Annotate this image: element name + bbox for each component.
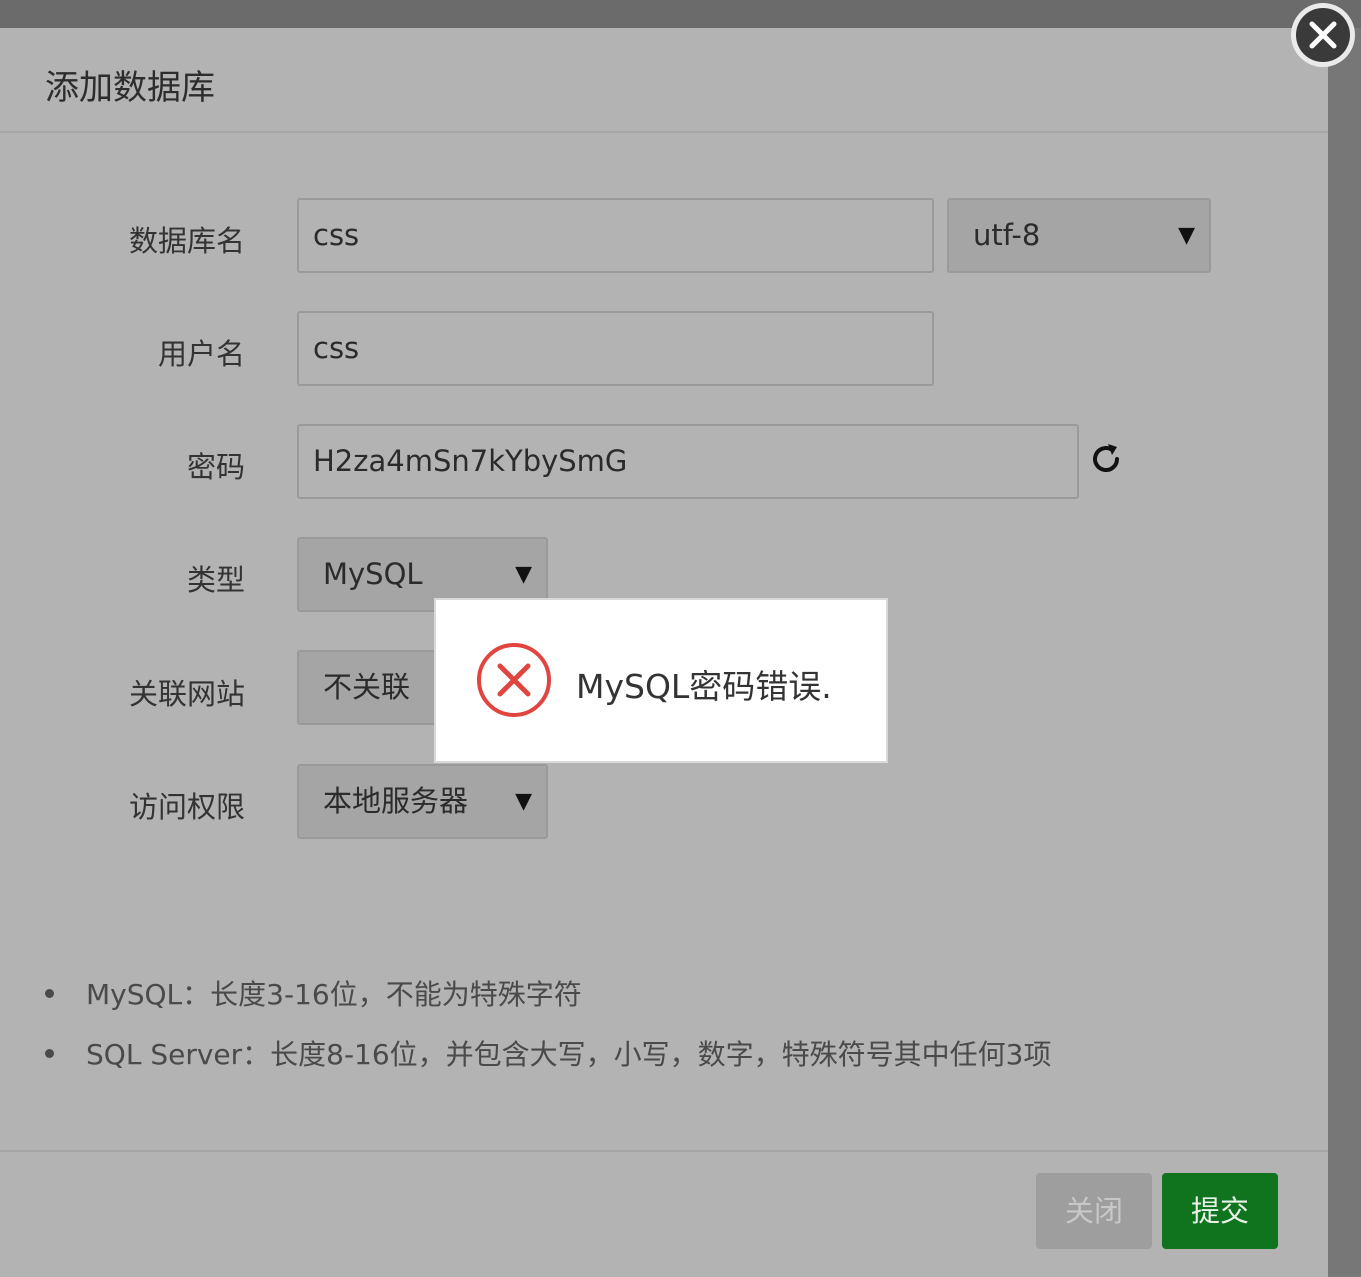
access-select-value: 本地服务器 bbox=[323, 784, 469, 818]
page-backdrop-right bbox=[1328, 28, 1361, 1275]
password-label: 密码 bbox=[186, 450, 245, 484]
dialog-title: 添加数据库 bbox=[45, 68, 215, 108]
type-select-value: MySQL bbox=[323, 557, 423, 591]
access-select[interactable]: 本地服务器 ▼ bbox=[297, 764, 548, 839]
dialog-header: 添加数据库 bbox=[0, 28, 1328, 133]
submit-button[interactable]: 提交 bbox=[1162, 1173, 1278, 1249]
bullet-icon bbox=[45, 989, 54, 998]
refresh-icon[interactable] bbox=[1088, 441, 1124, 477]
list-item: SQL Server：长度8-16位，并包含大写，小写，数字，特殊符号其中任何3… bbox=[42, 1033, 1052, 1093]
username-input[interactable]: css bbox=[297, 311, 934, 386]
chevron-down-icon: ▼ bbox=[1178, 223, 1195, 248]
charset-select-value: utf-8 bbox=[973, 218, 1041, 252]
charset-select[interactable]: utf-8 ▼ bbox=[947, 198, 1211, 273]
access-label: 访问权限 bbox=[128, 790, 245, 824]
bullet-icon bbox=[45, 1049, 54, 1058]
linked-site-label: 关联网站 bbox=[128, 677, 245, 711]
db-name-input[interactable]: css bbox=[297, 198, 934, 273]
error-icon bbox=[477, 643, 551, 717]
password-input[interactable]: H2za4mSn7kYbySmG bbox=[297, 424, 1079, 499]
rule-text: SQL Server：长度8-16位，并包含大写，小写，数字，特殊符号其中任何3… bbox=[86, 1038, 1052, 1071]
rule-text: MySQL：长度3-16位，不能为特殊字符 bbox=[86, 978, 582, 1011]
db-name-label: 数据库名 bbox=[128, 224, 245, 258]
password-rules-list: MySQL：长度3-16位，不能为特殊字符 SQL Server：长度8-16位… bbox=[42, 973, 1052, 1093]
dialog-footer: 关闭 提交 bbox=[0, 1150, 1328, 1277]
page-backdrop-top bbox=[0, 0, 1361, 28]
linked-site-select-value: 不关联 bbox=[323, 670, 411, 704]
toast-message: MySQL密码错误. bbox=[576, 667, 832, 706]
chevron-down-icon: ▼ bbox=[515, 789, 532, 814]
error-toast: MySQL密码错误. bbox=[434, 598, 888, 763]
list-item: MySQL：长度3-16位，不能为特殊字符 bbox=[42, 973, 1052, 1033]
close-icon[interactable] bbox=[1288, 0, 1358, 70]
type-label: 类型 bbox=[186, 563, 245, 597]
username-label: 用户名 bbox=[157, 337, 245, 371]
close-button[interactable]: 关闭 bbox=[1036, 1173, 1152, 1249]
